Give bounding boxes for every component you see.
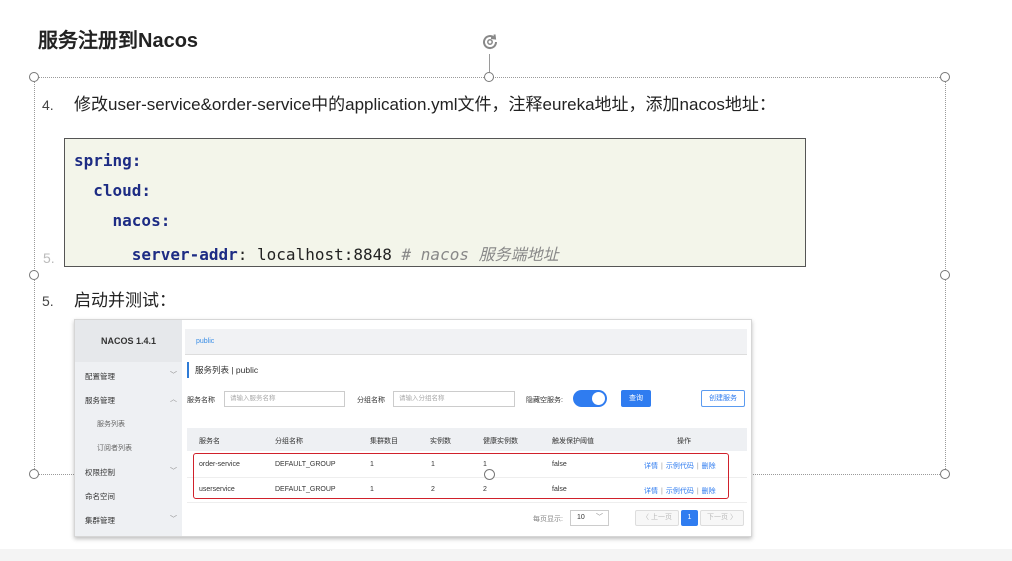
page-heading: 服务列表 | public <box>187 362 258 378</box>
query-button[interactable]: 查询 <box>621 390 651 407</box>
code-line-1: spring: <box>74 151 141 170</box>
per-page-label: 每页显示: <box>533 516 563 523</box>
menu-cluster-management[interactable]: 集群管理 <box>85 515 115 526</box>
service-name-input[interactable]: 请输入服务名称 <box>224 391 345 407</box>
service-name-label: 服务名称 <box>187 397 215 404</box>
resize-handle-middle-right[interactable] <box>940 270 950 280</box>
code-comment: # nacos 服务端地址 <box>401 245 559 264</box>
nacos-console-screenshot: NACOS 1.4.1 配置管理 ﹀ 服务管理 ︿ 服务列表 订阅者列表 权限控… <box>74 319 752 537</box>
resize-handle-bottom-right[interactable] <box>940 469 950 479</box>
step-5-number: 5. <box>42 293 54 309</box>
step-4-number: 4. <box>42 97 54 113</box>
chevron-down-icon: ﹀ <box>170 468 177 475</box>
code-line-2: cloud: <box>74 181 151 200</box>
nacos-brand: NACOS 1.4.1 <box>75 320 182 362</box>
menu-subscriber-list[interactable]: 订阅者列表 <box>97 443 132 453</box>
hide-empty-label: 隐藏空服务: <box>526 397 563 404</box>
code-colon: : <box>237 245 258 264</box>
chevron-down-icon: ﹀ <box>170 516 177 523</box>
hide-empty-toggle[interactable] <box>573 390 607 407</box>
menu-service-list[interactable]: 服务列表 <box>97 419 125 429</box>
code-block: spring: cloud: nacos: server-addr: local… <box>64 138 806 267</box>
menu-service-management[interactable]: 服务管理 <box>85 395 115 406</box>
chevron-down-icon: ﹀ <box>170 372 177 379</box>
resize-handle-bottom-left[interactable] <box>29 469 39 479</box>
group-name-label: 分组名称 <box>357 397 385 404</box>
step-4: 4. 修改user-service&order-service中的applicat… <box>42 90 776 115</box>
step-5-text: 启动并测试： <box>74 291 176 310</box>
create-service-button[interactable]: 创建服务 <box>701 390 745 407</box>
step-4-text: 修改user-service&order-service中的applicatio… <box>74 95 776 114</box>
per-page-select[interactable]: 10 ﹀ <box>570 510 609 526</box>
next-page-button[interactable]: 下一页 〉 <box>700 510 744 526</box>
highlight-box <box>193 453 729 499</box>
column-header: 操作 <box>677 438 691 445</box>
resize-handle-top-right[interactable] <box>940 72 950 82</box>
code-key-server-addr: server-addr <box>131 245 238 264</box>
chevron-down-icon: ﹀ <box>596 514 603 521</box>
chevron-up-icon: ︿ <box>170 396 177 403</box>
column-header: 服务名 <box>199 438 220 445</box>
namespace-tab-bar: public <box>185 329 747 355</box>
code-line-4: server-addr: localhost:8848 # nacos 服务端地… <box>74 241 559 265</box>
code-line-3: nacos: <box>74 211 171 230</box>
resize-handle-bottom-center[interactable] <box>484 469 495 480</box>
bottom-bar <box>0 549 1012 561</box>
page-number-button[interactable]: 1 <box>681 510 698 526</box>
column-header: 分组名称 <box>275 438 303 445</box>
group-name-input[interactable]: 请输入分组名称 <box>393 391 515 407</box>
resize-handle-middle-left[interactable] <box>29 270 39 280</box>
rotate-stem <box>489 54 490 72</box>
namespace-tab-public[interactable]: public <box>196 338 214 345</box>
step-5: 5. 启动并测试： <box>42 286 176 311</box>
column-header: 健康实例数 <box>483 438 518 445</box>
code-value-address: localhost:8848 <box>257 245 402 264</box>
code-key-cloud: cloud: <box>93 181 152 200</box>
column-header: 实例数 <box>430 438 451 445</box>
per-page-value: 10 <box>577 514 585 521</box>
menu-namespace[interactable]: 命名空间 <box>85 491 115 502</box>
code-key-nacos: nacos: <box>112 211 171 230</box>
menu-config-management[interactable]: 配置管理 <box>85 371 115 382</box>
slide-title: 服务注册到Nacos <box>38 30 199 52</box>
rotate-handle-icon[interactable] <box>478 30 502 54</box>
resize-handle-top-left[interactable] <box>29 72 39 82</box>
column-header: 触发保护阈值 <box>552 438 594 445</box>
menu-access-control[interactable]: 权限控制 <box>85 467 115 478</box>
nacos-sidebar: NACOS 1.4.1 配置管理 ﹀ 服务管理 ︿ 服务列表 订阅者列表 权限控… <box>75 320 182 536</box>
table-header: 服务名 分组名称 集群数目 实例数 健康实例数 触发保护阈值 操作 <box>187 428 747 451</box>
resize-handle-top-center[interactable] <box>484 72 494 82</box>
prev-page-button[interactable]: 〈 上一页 <box>635 510 679 526</box>
code-key-spring: spring: <box>74 151 142 170</box>
ghost-step-number: 5. <box>43 250 55 266</box>
column-header: 集群数目 <box>370 438 398 445</box>
